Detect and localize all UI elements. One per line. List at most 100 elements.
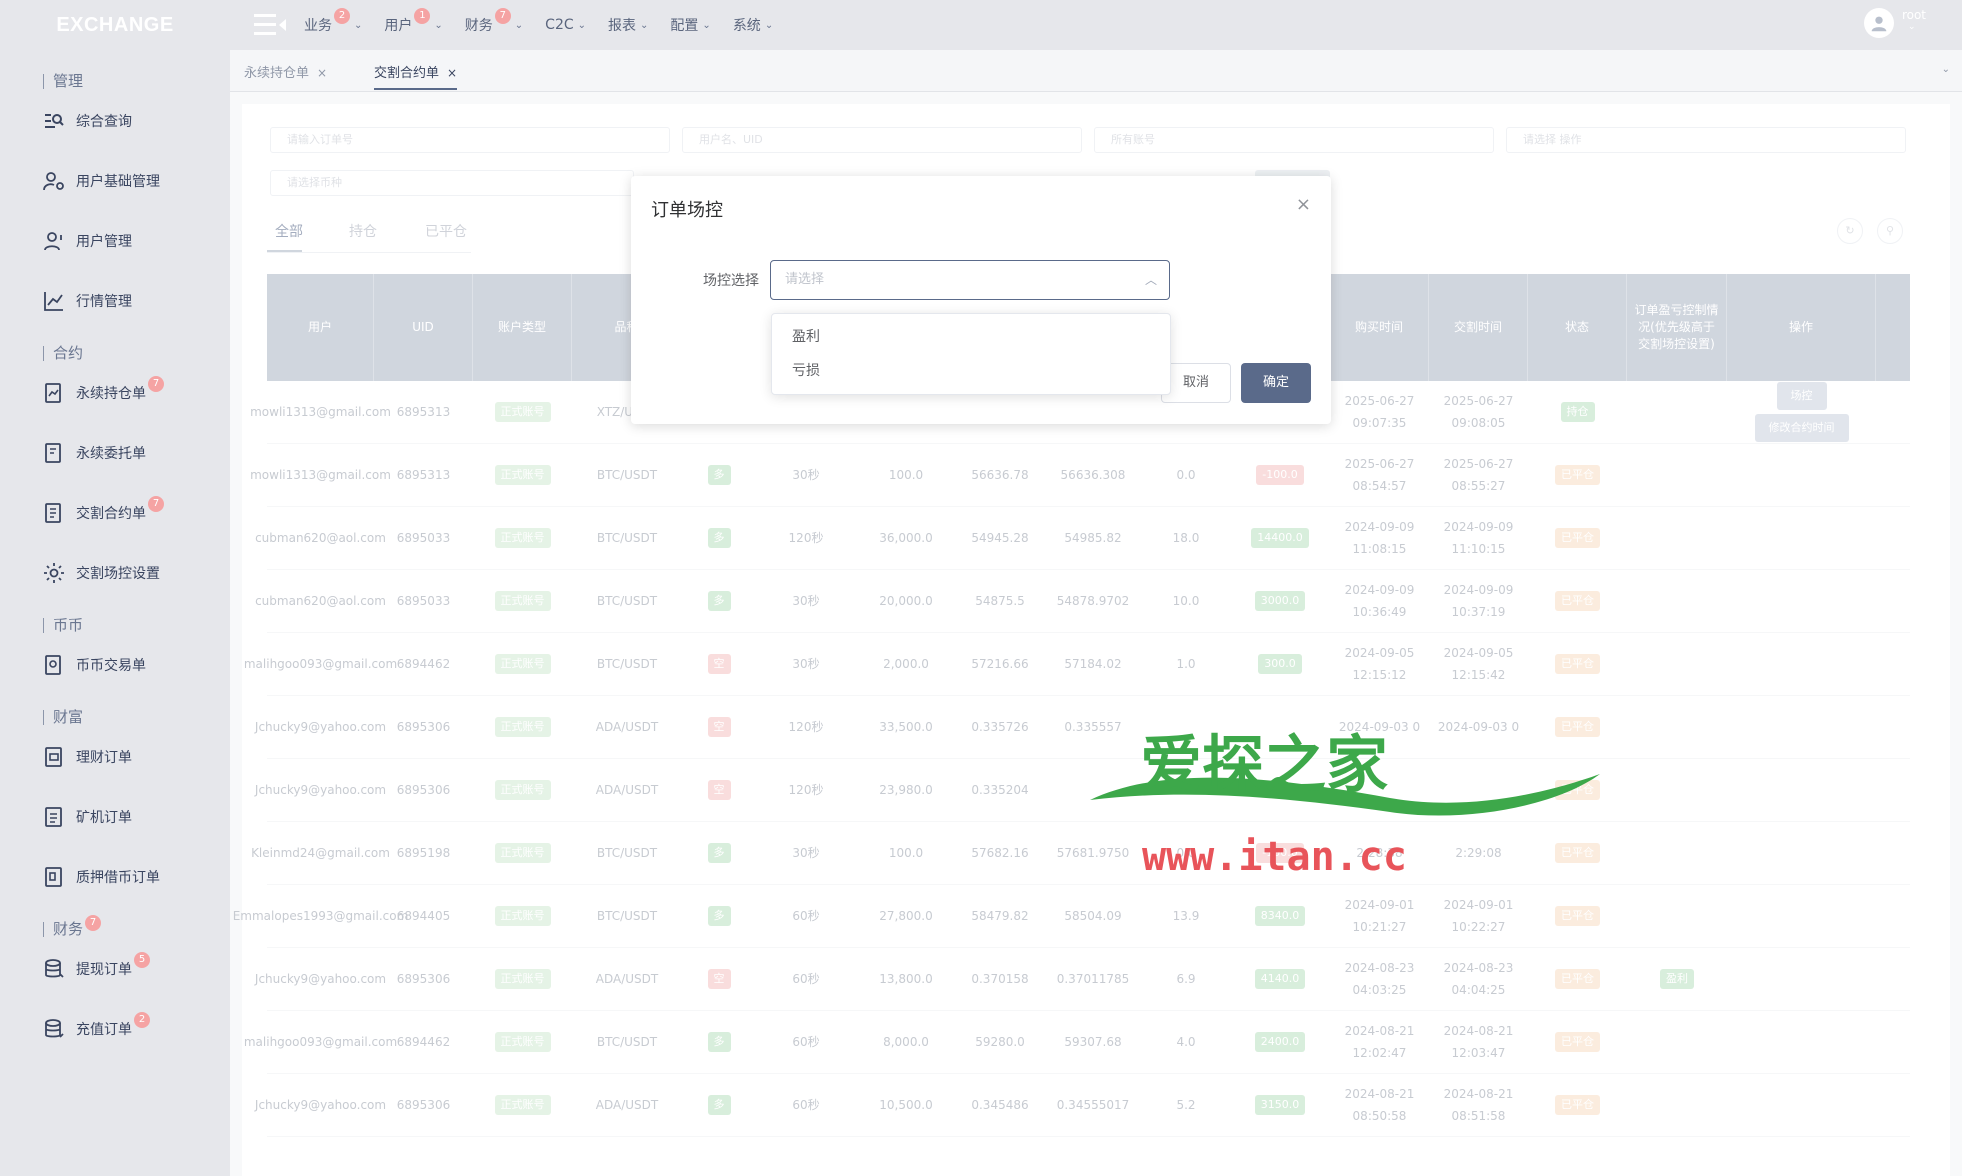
top-menu-label: 财务 bbox=[464, 18, 493, 34]
database-out-icon bbox=[42, 957, 66, 981]
notification-badge: 7 bbox=[148, 496, 164, 512]
sidebar-item[interactable]: 永续委托单 bbox=[0, 429, 230, 477]
search-list-icon bbox=[42, 109, 66, 133]
sidebar-item-label: 币币交易单 bbox=[76, 658, 146, 674]
database-in-icon bbox=[42, 1017, 66, 1041]
top-menu-label: 系统 bbox=[732, 18, 761, 34]
sidebar-section-label: 管理 bbox=[0, 65, 230, 97]
control-dropdown: 盈利 亏损 bbox=[771, 313, 1171, 395]
tab-label: 永续持仓单 bbox=[244, 66, 310, 81]
chevron-down-icon: ⌄ bbox=[1907, 22, 1916, 32]
notification-badge: 5 bbox=[134, 952, 150, 968]
tab-label: 交割合约单 bbox=[374, 66, 440, 81]
select-placeholder: 请选择 bbox=[785, 272, 825, 287]
sidebar-item[interactable]: 提现订单 5 bbox=[0, 945, 230, 993]
sidebar-item[interactable]: 理财订单 bbox=[0, 733, 230, 781]
top-menu-label: 用户 bbox=[384, 18, 413, 34]
sidebar-item[interactable]: 交割场控设置 bbox=[0, 549, 230, 597]
top-bar: 业务 2 ⌄ 用户 1 ⌄ 财务 7 ⌄ C2C ⌄ 报表 ⌄ 配置 ⌄ 系统 ⌄ root ⌄ bbox=[230, 0, 1962, 50]
chevron-down-icon: ⌄ bbox=[577, 19, 587, 31]
option-loss[interactable]: 亏损 bbox=[772, 354, 1170, 388]
notification-badge: 7 bbox=[148, 376, 164, 392]
sidebar-item-label: 交割合约单 bbox=[76, 506, 146, 522]
chevron-down-icon: ⌄ bbox=[434, 19, 443, 31]
confirm-button[interactable]: 确定 bbox=[1241, 363, 1311, 403]
top-menu-item[interactable]: 报表 ⌄ bbox=[608, 15, 648, 35]
sidebar-item-label: 矿机订单 bbox=[76, 810, 132, 826]
close-icon[interactable]: × bbox=[1296, 194, 1311, 215]
sidebar-item[interactable]: 矿机订单 bbox=[0, 793, 230, 841]
chevron-down-icon: ⌄ bbox=[354, 19, 363, 31]
top-menu-item[interactable]: 用户 1 ⌄ bbox=[384, 8, 443, 35]
notification-badge: 1 bbox=[414, 8, 431, 24]
gear-icon bbox=[42, 561, 66, 585]
sidebar-item-label: 充值订单 bbox=[76, 1022, 132, 1038]
sidebar-item[interactable]: 充值订单 2 bbox=[0, 1005, 230, 1053]
page-tabs: 永续持仓单 × 交割合约单 × ⌄ bbox=[230, 50, 1962, 92]
dialog-title: 订单场控 bbox=[651, 200, 723, 221]
chart-line-icon bbox=[42, 289, 66, 313]
top-menu-item[interactable]: 财务 7 ⌄ bbox=[464, 8, 524, 35]
section-label-text: 财务 bbox=[53, 920, 84, 938]
username: root bbox=[1901, 8, 1926, 22]
top-menu-label: C2C bbox=[545, 17, 574, 33]
sidebar-item[interactable]: 交割合约单 7 bbox=[0, 489, 230, 537]
top-menu-label: 业务 bbox=[304, 18, 332, 34]
sidebar-item[interactable]: 用户管理 bbox=[0, 217, 230, 265]
tab-delivery-contracts[interactable]: 交割合约单 × bbox=[374, 62, 458, 90]
document-edit-icon bbox=[42, 441, 66, 465]
top-menu-item[interactable]: 系统 ⌄ bbox=[733, 15, 773, 35]
sidebar-item-label: 综合查询 bbox=[76, 114, 132, 130]
sidebar-item-label: 行情管理 bbox=[76, 294, 132, 310]
chevron-down-icon: ⌄ bbox=[640, 19, 649, 31]
document-icon bbox=[42, 805, 66, 829]
pledge-doc-icon bbox=[42, 865, 66, 889]
top-menu-label: 配置 bbox=[670, 18, 699, 34]
sidebar-section-label: 财富 bbox=[0, 701, 230, 733]
close-icon[interactable]: × bbox=[317, 66, 327, 80]
sidebar-item[interactable]: 币币交易单 bbox=[0, 641, 230, 689]
sidebar-item-label: 用户管理 bbox=[76, 234, 132, 250]
tab-perpetual-positions[interactable]: 永续持仓单 × bbox=[244, 62, 327, 81]
app-logo: EXCHANGE bbox=[56, 14, 174, 36]
sidebar-item[interactable]: 综合查询 bbox=[0, 97, 230, 145]
chevron-down-icon: ⌄ bbox=[764, 19, 774, 31]
watermark-title: 爱探之家 bbox=[1140, 728, 1388, 801]
document-coin-icon bbox=[42, 653, 66, 677]
top-menu-item[interactable]: 业务 2 ⌄ bbox=[304, 8, 363, 35]
section-label-text: 管理 bbox=[53, 72, 84, 90]
control-select[interactable]: 请选择 ︿ bbox=[770, 260, 1170, 300]
section-label-text: 财富 bbox=[53, 708, 84, 726]
control-select-label: 场控选择 bbox=[703, 273, 759, 289]
sidebar: EXCHANGE 管理 综合查询 用户基础管理 用户管理 行情管理 合约 永续持仓单 7 永续委… bbox=[0, 0, 230, 1176]
sidebar-item-label: 提现订单 bbox=[76, 962, 132, 978]
wallet-doc-icon bbox=[42, 745, 66, 769]
section-label-text: 币币 bbox=[53, 616, 84, 634]
sidebar-item-label: 永续持仓单 bbox=[76, 386, 146, 402]
user-menu[interactable]: root ⌄ bbox=[1863, 8, 1926, 38]
cancel-button[interactable]: 取消 bbox=[1161, 363, 1231, 403]
close-icon[interactable]: × bbox=[447, 66, 457, 80]
sidebar-section-label: 财务 7 bbox=[0, 913, 230, 945]
chevron-down-icon: ⌄ bbox=[702, 19, 711, 31]
top-menu-item[interactable]: 配置 ⌄ bbox=[670, 15, 710, 35]
user-icon bbox=[42, 229, 66, 253]
notification-badge: 7 bbox=[85, 915, 102, 931]
sidebar-item[interactable]: 用户基础管理 bbox=[0, 157, 230, 205]
menu-collapse-icon[interactable] bbox=[252, 11, 288, 39]
top-menu-item[interactable]: C2C ⌄ bbox=[545, 17, 586, 33]
sidebar-item-label: 交割场控设置 bbox=[76, 566, 160, 582]
option-profit[interactable]: 盈利 bbox=[772, 320, 1170, 354]
avatar bbox=[1863, 8, 1894, 38]
document-list-icon bbox=[42, 501, 66, 525]
sidebar-item-label: 质押借币订单 bbox=[76, 870, 160, 886]
chevron-down-icon[interactable]: ⌄ bbox=[1942, 64, 1950, 75]
sidebar-item[interactable]: 永续持仓单 7 bbox=[0, 369, 230, 417]
sidebar-item[interactable]: 质押借币订单 bbox=[0, 853, 230, 901]
sidebar-item[interactable]: 行情管理 bbox=[0, 277, 230, 325]
sidebar-item-label: 理财订单 bbox=[76, 750, 132, 766]
chevron-down-icon: ⌄ bbox=[514, 19, 524, 31]
notification-badge: 7 bbox=[494, 8, 511, 24]
sidebar-section-label: 合约 bbox=[0, 337, 230, 369]
section-label-text: 合约 bbox=[53, 344, 84, 362]
